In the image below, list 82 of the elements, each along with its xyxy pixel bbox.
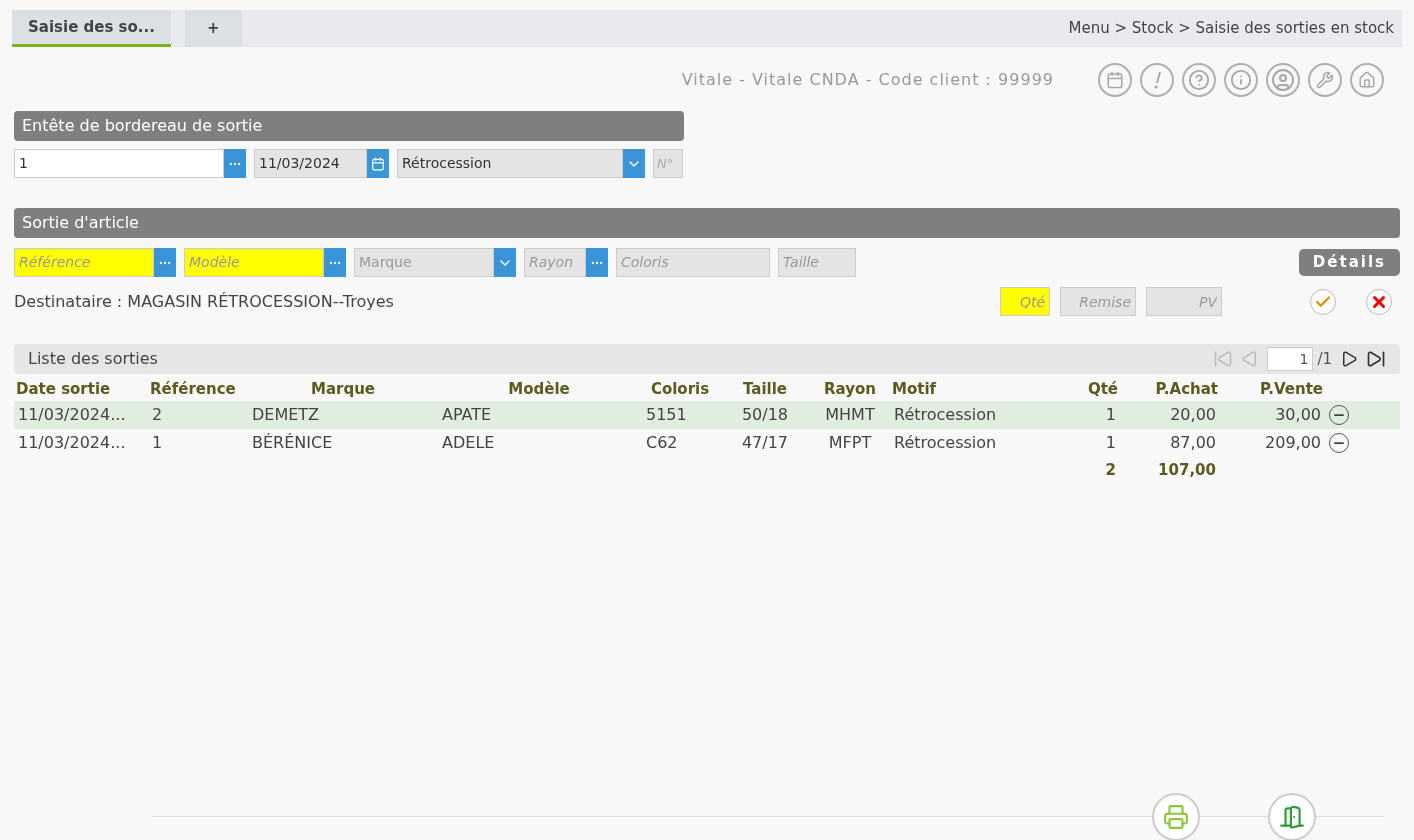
more-icon[interactable] — [224, 149, 246, 178]
client-info: Vitale - Vitale CNDA - Code client : 99999 — [681, 69, 1054, 91]
input-field[interactable]: Remise — [1060, 287, 1136, 316]
table-cell-text: 20,00 — [1169, 403, 1217, 426]
input-field[interactable]: Coloris — [616, 248, 770, 277]
column-header: Taille — [742, 379, 788, 400]
dropdown-icon[interactable] — [623, 149, 645, 178]
table-cell-text: DEMETZ — [251, 403, 321, 426]
table-cell-text: 1 — [1104, 431, 1117, 454]
table-cell-text: 2 — [151, 403, 164, 426]
column-header: Marque — [309, 379, 376, 400]
table-cell-text: 87,00 — [1169, 431, 1217, 454]
input-field[interactable]: Modèle — [184, 248, 324, 277]
breadcrumb: Menu > Stock > Saisie des sorties en stock — [1068, 18, 1395, 40]
table-cell-text: BÉRÉNICE — [251, 431, 334, 454]
dropdown-icon[interactable] — [494, 248, 516, 277]
calendar-icon[interactable] — [367, 149, 389, 178]
input-field[interactable]: Rayon — [524, 248, 586, 277]
table-cell-text: 1 — [1104, 403, 1117, 426]
list-title: Liste des sorties — [28, 348, 158, 370]
table-cell-text: 50/18 — [740, 403, 790, 426]
column-header: Coloris — [649, 379, 711, 400]
exit-icon[interactable] — [1268, 793, 1316, 840]
more-icon[interactable] — [154, 248, 176, 277]
date-field[interactable]: 11/03/2024 — [254, 149, 367, 178]
table-cell-text: 1 — [151, 431, 164, 454]
number-field[interactable]: 1 — [14, 149, 224, 178]
column-header: P.Achat — [1154, 379, 1219, 400]
column-header: Rayon — [823, 379, 877, 400]
user-icon[interactable] — [1266, 63, 1300, 97]
more-icon[interactable] — [324, 248, 346, 277]
home-icon[interactable] — [1350, 63, 1384, 97]
input-field[interactable]: PV — [1146, 287, 1222, 316]
table-cell-text: ADELE — [441, 431, 496, 454]
table-cell-text: 11/03/2024... — [17, 403, 127, 426]
column-header: Modèle — [507, 379, 571, 400]
wrench-icon[interactable] — [1308, 63, 1342, 97]
table-cell-text: 47/17 — [740, 431, 790, 454]
recipient-text: Destinataire : MAGASIN RÉTROCESSION--Troyes — [14, 290, 394, 313]
input-field[interactable]: Marque — [354, 248, 494, 277]
column-header: P.Vente — [1259, 379, 1324, 400]
page-field[interactable]: 1 — [1267, 347, 1314, 371]
print-icon[interactable] — [1152, 793, 1200, 840]
table-row[interactable]: 11/03/2024... 2 DEMETZ APATE 5151 50/18 MHMT Rétrocession 1 20,00 30,00 — [14, 400, 1400, 429]
input-field[interactable]: Taille — [778, 248, 856, 277]
table-cell-text: 30,00 — [1274, 403, 1322, 426]
motif-select[interactable]: Rétrocession — [397, 149, 623, 178]
table-cell-text: C62 — [645, 431, 679, 454]
input-field[interactable]: Référence — [14, 248, 154, 277]
page-total: /1 — [1317, 348, 1332, 370]
table-cell-text: APATE — [441, 403, 493, 426]
info-icon[interactable] — [1224, 63, 1258, 97]
section-header: Sortie d'article — [14, 208, 1400, 238]
last-page-icon[interactable] — [1366, 349, 1386, 369]
calendar-icon[interactable] — [1098, 63, 1132, 97]
more-icon[interactable] — [586, 248, 608, 277]
exclamation-icon[interactable] — [1140, 63, 1174, 97]
column-header: Qté — [1086, 379, 1119, 400]
table-row[interactable]: 11/03/2024... 1 BÉRÉNICE ADELE C62 47/17 MFPT Rétrocession 1 87,00 209,00 — [14, 428, 1400, 457]
tab[interactable]: + — [184, 10, 242, 47]
table-cell-text: 11/03/2024... — [17, 431, 127, 454]
input-field[interactable]: Qté — [1000, 287, 1050, 316]
next-page-icon[interactable] — [1340, 350, 1358, 368]
table-cell-text: Rétrocession — [893, 403, 998, 426]
help-icon[interactable] — [1182, 63, 1216, 97]
table-cell-text: MFPT — [827, 431, 873, 454]
column-header: Date sortie — [15, 379, 112, 400]
close-icon[interactable] — [1366, 288, 1392, 315]
column-header: Référence — [149, 379, 237, 400]
total-quantity: 2 — [1104, 459, 1117, 481]
details-button[interactable]: Détails — [1298, 249, 1400, 276]
table-cell-text: Rétrocession — [893, 431, 998, 454]
total-purchase: 107,00 — [1157, 459, 1217, 481]
table-cell-text: 209,00 — [1264, 431, 1322, 454]
number-field[interactable]: N° — [653, 149, 683, 178]
table-cell-text: 5151 — [645, 403, 688, 426]
tab[interactable]: Saisie des so... — [12, 10, 171, 47]
column-header: Motif — [891, 379, 938, 400]
table-cell-text: MHMT — [824, 403, 876, 426]
confirm-icon[interactable] — [1310, 288, 1336, 315]
section-header: Entête de bordereau de sortie — [14, 111, 684, 141]
first-page-icon[interactable] — [1213, 349, 1234, 369]
